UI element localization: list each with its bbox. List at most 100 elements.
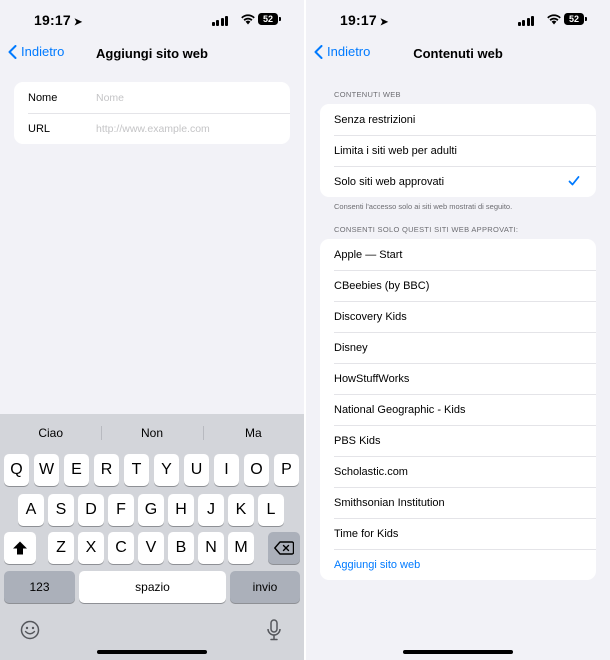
key-o[interactable]: O bbox=[244, 454, 269, 486]
key-b[interactable]: B bbox=[168, 532, 194, 564]
suggestion-item[interactable]: Ciao bbox=[0, 418, 101, 448]
site-label: Scholastic.com bbox=[334, 465, 408, 478]
suggestion-item[interactable]: Ma bbox=[202, 418, 304, 448]
key-c[interactable]: C bbox=[108, 532, 134, 564]
option-label: Senza restrizioni bbox=[334, 113, 416, 126]
site-item[interactable]: Apple — Start bbox=[320, 239, 596, 270]
name-field[interactable] bbox=[96, 91, 290, 104]
shift-key[interactable] bbox=[4, 532, 36, 564]
battery-icon: 52 bbox=[564, 13, 587, 25]
key-r[interactable]: R bbox=[94, 454, 119, 486]
key-w[interactable]: W bbox=[34, 454, 59, 486]
url-field[interactable] bbox=[96, 122, 290, 135]
shift-icon bbox=[13, 541, 27, 555]
status-bar: 19:17 ➤ 52 bbox=[306, 0, 610, 40]
option-approved-only[interactable]: Solo siti web approvati bbox=[320, 166, 596, 197]
name-label: Nome bbox=[28, 91, 58, 104]
cellular-signal-icon bbox=[211, 15, 228, 26]
site-item[interactable]: Discovery Kids bbox=[320, 301, 596, 332]
site-item[interactable]: PBS Kids bbox=[320, 425, 596, 456]
site-item[interactable]: HowStuffWorks bbox=[320, 363, 596, 394]
key-x[interactable]: X bbox=[78, 532, 104, 564]
key-d[interactable]: D bbox=[78, 494, 104, 526]
home-indicator bbox=[403, 650, 513, 654]
key-z[interactable]: Z bbox=[48, 532, 74, 564]
battery-icon: 52 bbox=[258, 13, 281, 25]
checkmark-icon bbox=[568, 176, 580, 186]
option-limit-adult[interactable]: Limita i siti web per adulti bbox=[320, 135, 596, 166]
key-e[interactable]: E bbox=[64, 454, 89, 486]
key-p[interactable]: P bbox=[274, 454, 299, 486]
back-label: Indietro bbox=[21, 44, 65, 59]
key-m[interactable]: M bbox=[228, 532, 254, 564]
approved-footnote: Consenti l'accesso solo ai siti web most… bbox=[334, 202, 513, 211]
suggestion-item[interactable]: Non bbox=[101, 418, 202, 448]
key-k[interactable]: K bbox=[228, 494, 254, 526]
url-row: URL bbox=[14, 113, 290, 144]
site-item[interactable]: Smithsonian Institution bbox=[320, 487, 596, 518]
left-screen: 19:17 ➤ 52 Indietro Aggiungi sito web Nom… bbox=[0, 0, 304, 660]
key-n[interactable]: N bbox=[198, 532, 224, 564]
key-t[interactable]: T bbox=[124, 454, 149, 486]
numbers-key[interactable]: 123 bbox=[4, 571, 75, 603]
status-bar: 19:17 ➤ 52 bbox=[0, 0, 304, 40]
site-item[interactable]: CBeebies (by BBC) bbox=[320, 270, 596, 301]
delete-icon bbox=[274, 541, 295, 555]
right-screen: 19:17 ➤ 52 Indietro Contenuti web CONTENU… bbox=[306, 0, 610, 660]
back-button[interactable]: Indietro bbox=[314, 44, 370, 59]
site-label: PBS Kids bbox=[334, 434, 381, 447]
keyboard: Ciao Non Ma Q W E R T Y U I O P A S D F … bbox=[0, 414, 304, 660]
site-label: Apple — Start bbox=[334, 248, 403, 261]
key-i[interactable]: I bbox=[214, 454, 239, 486]
clock-text: 19:17 bbox=[34, 12, 71, 28]
approved-sites-list: Apple — Start CBeebies (by BBC) Discover… bbox=[320, 239, 596, 580]
site-item[interactable]: Disney bbox=[320, 332, 596, 363]
key-l[interactable]: L bbox=[258, 494, 284, 526]
delete-key[interactable] bbox=[268, 532, 300, 564]
location-arrow-icon: ➤ bbox=[73, 17, 83, 28]
add-website-form: Nome URL bbox=[14, 82, 290, 144]
option-unrestricted[interactable]: Senza restrizioni bbox=[320, 104, 596, 135]
status-time: 19:17 ➤ bbox=[34, 12, 82, 28]
name-row: Nome bbox=[14, 82, 290, 113]
battery-level: 52 bbox=[262, 14, 273, 24]
site-item[interactable]: Scholastic.com bbox=[320, 456, 596, 487]
cellular-signal-icon bbox=[517, 15, 534, 26]
site-label: Disney bbox=[334, 341, 368, 354]
wifi-icon bbox=[241, 14, 255, 25]
key-j[interactable]: J bbox=[198, 494, 224, 526]
key-u[interactable]: U bbox=[184, 454, 209, 486]
battery-level: 52 bbox=[568, 14, 579, 24]
space-key[interactable]: spazio bbox=[79, 571, 226, 603]
key-g[interactable]: G bbox=[138, 494, 164, 526]
site-item[interactable]: Time for Kids bbox=[320, 518, 596, 549]
navigation-bar: Indietro Contenuti web bbox=[306, 40, 610, 68]
site-label: Smithsonian Institution bbox=[334, 496, 445, 509]
key-s[interactable]: S bbox=[48, 494, 74, 526]
content-options-list: Senza restrizioni Limita i siti web per … bbox=[320, 104, 596, 197]
back-button[interactable]: Indietro bbox=[8, 44, 64, 59]
chevron-left-icon bbox=[8, 44, 17, 59]
chevron-left-icon bbox=[314, 44, 323, 59]
key-a[interactable]: A bbox=[18, 494, 44, 526]
add-site-label: Aggiungi sito web bbox=[334, 558, 421, 571]
emoji-icon[interactable] bbox=[20, 620, 40, 640]
key-v[interactable]: V bbox=[138, 532, 164, 564]
key-q[interactable]: Q bbox=[4, 454, 29, 486]
suggestion-bar: Ciao Non Ma bbox=[0, 418, 304, 448]
clock-text: 19:17 bbox=[340, 12, 377, 28]
key-h[interactable]: H bbox=[168, 494, 194, 526]
wifi-icon bbox=[547, 14, 561, 25]
key-f[interactable]: F bbox=[108, 494, 134, 526]
add-site-button[interactable]: Aggiungi sito web bbox=[320, 549, 596, 580]
microphone-icon[interactable] bbox=[266, 619, 282, 641]
site-label: Time for Kids bbox=[334, 527, 399, 540]
navigation-bar: Indietro Aggiungi sito web bbox=[0, 40, 304, 68]
site-item[interactable]: National Geographic - Kids bbox=[320, 394, 596, 425]
location-arrow-icon: ➤ bbox=[379, 17, 389, 28]
status-time: 19:17 ➤ bbox=[340, 12, 388, 28]
key-y[interactable]: Y bbox=[154, 454, 179, 486]
option-label: Solo siti web approvati bbox=[334, 175, 445, 188]
return-key[interactable]: invio bbox=[230, 571, 300, 603]
home-indicator bbox=[97, 650, 207, 654]
